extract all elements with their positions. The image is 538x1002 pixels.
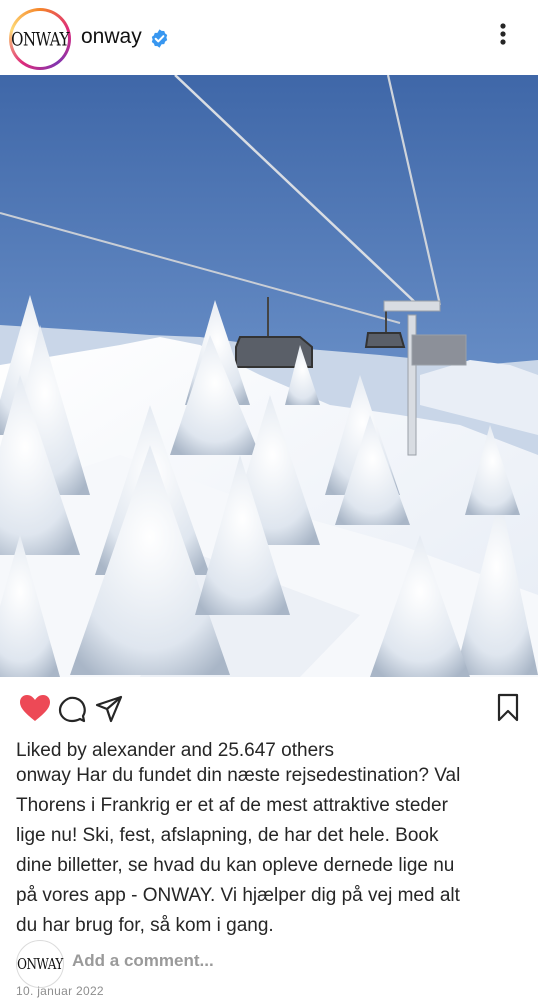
post-actions [0, 680, 538, 735]
more-options-icon[interactable] [494, 20, 512, 50]
verified-badge-icon [151, 29, 168, 48]
comment-avatar: ONWAY [16, 940, 64, 988]
ski-lift-illustration [0, 75, 538, 677]
post-date: 10. januar 2022 [16, 984, 104, 998]
profile-username[interactable]: onway [81, 25, 142, 49]
post-header: ONWAY onway [0, 0, 538, 75]
caption-text: Har du fundet din næste rejsedestination… [76, 765, 461, 786]
caption-line-5: på vores app - ONWAY. Vi hjælper dig på … [16, 885, 460, 906]
logo-text: ONWAY [11, 27, 69, 51]
bookmark-icon[interactable] [496, 693, 520, 723]
comment-icon[interactable] [57, 694, 87, 724]
heart-icon[interactable] [18, 693, 52, 723]
caption-line-2: Thorens i Frankrig er et af de mest attr… [16, 795, 448, 816]
likes-and: and [175, 740, 218, 761]
liked-user-link[interactable]: alexander [92, 740, 175, 761]
logo-text: ONWAY [17, 955, 63, 973]
caption-line-4: dine billetter, se hvad du kan opleve de… [16, 855, 455, 876]
profile-avatar[interactable]: ONWAY [9, 8, 71, 70]
likes-count-link[interactable]: 25.647 others [218, 740, 334, 761]
caption-line-6: du har brug for, så kom i gang. [16, 915, 274, 936]
likes-prefix: Liked by [16, 740, 93, 761]
caption-username[interactable]: onway [16, 765, 71, 786]
post-image[interactable] [0, 75, 538, 677]
share-icon[interactable] [94, 694, 124, 724]
caption-line-1: onway Har du fundet din næste rejsedesti… [16, 761, 460, 791]
add-comment-input[interactable]: Add a comment... [72, 951, 214, 971]
caption-line-3: lige nu! Ski, fest, afslapning, de har d… [16, 825, 439, 846]
avatar-logo: ONWAY [11, 11, 69, 67]
